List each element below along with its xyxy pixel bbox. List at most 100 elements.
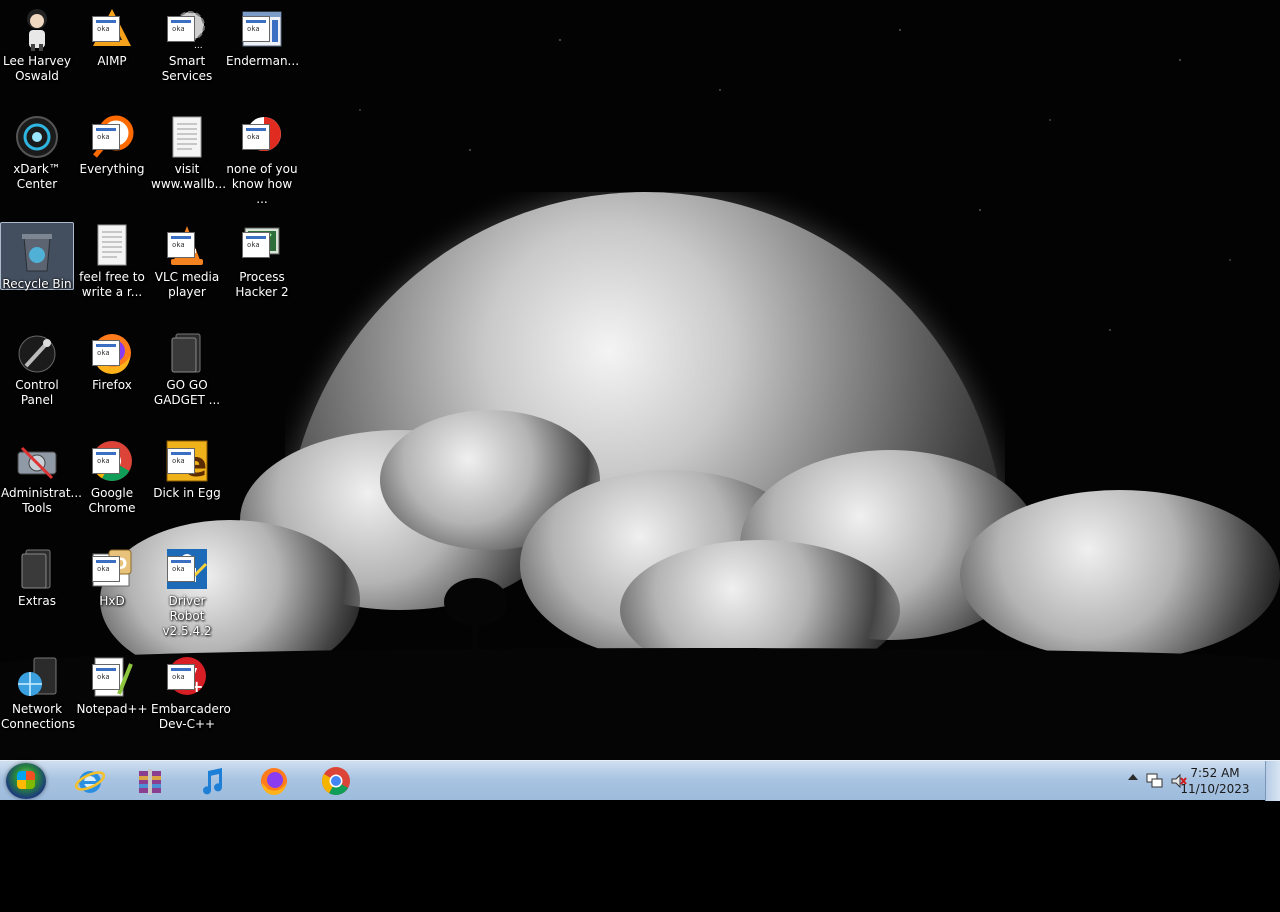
shortcut-overlay-icon [92, 340, 120, 366]
text-file-icon [164, 114, 210, 160]
control-panel-icon [14, 330, 60, 376]
desktop-icon-label: Notepad++ [76, 702, 148, 716]
desktop-icon-vlc[interactable]: VLC media player [150, 216, 224, 320]
desktop-icon-label: Driver Robot v2.5.4.2 [162, 594, 212, 638]
search-icon [89, 114, 135, 160]
monitor-icon [239, 222, 285, 268]
red-circle-icon [239, 114, 285, 160]
desktop-icon-label: feel free to write a r... [79, 270, 145, 299]
desktop-icon-feel-free[interactable]: feel free to write a r... [75, 216, 149, 320]
shortcut-overlay-icon [92, 556, 120, 582]
clock-time: 7:52 AM [1190, 766, 1240, 780]
taskbar-ie[interactable] [62, 763, 118, 799]
desktop-icon-label: HxD [99, 594, 125, 608]
character-icon [14, 6, 60, 52]
desktop-icon-aimp[interactable]: AIMP [75, 0, 149, 104]
desktop-icon-visit-wallb[interactable]: visit www.wallb... [150, 108, 227, 212]
desktop-icon-enderman[interactable]: Enderman... [225, 0, 299, 104]
desktop-icon-label: Embarcadero Dev-C++ [151, 702, 231, 731]
clock-date: 11/10/2023 [1180, 782, 1250, 796]
desktop-icon-label: Lee Harvey Oswald [3, 54, 71, 83]
shortcut-overlay-icon [242, 124, 270, 150]
shortcut-overlay-icon [242, 16, 270, 42]
desktop-icon-control-panel[interactable]: Control Panel [0, 324, 74, 428]
ie-icon [74, 771, 106, 793]
desktop-icon-label: Dick in Egg [153, 486, 221, 500]
desktop-icon-label: GO GO GADGET ... [153, 378, 221, 407]
chrome-icon [322, 767, 350, 795]
desktop-icon-process-hacker[interactable]: Process Hacker 2 [225, 216, 299, 320]
desktop-icon-label: Everything [79, 162, 145, 176]
dark-folder-icon [14, 546, 60, 592]
desktop-icon-everything[interactable]: Everything [75, 108, 149, 212]
desktop-icon-none-of-you[interactable]: none of you know how ... [225, 108, 299, 212]
desktop-icon-label: Smart Services [161, 54, 213, 83]
network-icon [14, 654, 60, 700]
desktop-icon-label: AIMP [97, 54, 127, 68]
desktop-icon-label: Google Chrome [88, 486, 136, 515]
network-tray-icon[interactable] [1146, 772, 1164, 790]
chrome-icon [89, 438, 135, 484]
desktop-icon-recycle-bin[interactable]: Recycle Bin [0, 222, 74, 291]
taskbar-chrome[interactable] [308, 763, 364, 799]
devcpp-icon: DEV+ [164, 654, 210, 700]
desktop-icon-label: xDark™ Center [13, 162, 61, 191]
desktop-icon-label: Firefox [92, 378, 132, 392]
desktop-icon-extras[interactable]: Extras [0, 540, 74, 644]
shortcut-overlay-icon [167, 556, 195, 582]
shortcut-overlay-icon [167, 664, 195, 690]
taskbar-music[interactable] [184, 763, 240, 799]
vlc-cone-icon [164, 222, 210, 268]
desktop-icon-hxd[interactable]: D HxD [75, 540, 149, 644]
desktop-icon-label: Extras [18, 594, 56, 608]
desktop-icon-xdark-center[interactable]: xDark™ Center [0, 108, 74, 212]
hex-editor-icon: D [89, 546, 135, 592]
desktop-icon-network-connections[interactable]: Network Connections [0, 648, 76, 752]
show-desktop-button[interactable] [1265, 761, 1280, 801]
desktop-icon-dick-in-egg[interactable]: eDick in Egg [150, 432, 224, 536]
shortcut-overlay-icon [167, 448, 195, 474]
desktop-icon-firefox[interactable]: Firefox [75, 324, 149, 428]
shortcut-overlay-icon [92, 448, 120, 474]
shortcut-overlay-icon [92, 16, 120, 42]
taskbar-firefox[interactable] [246, 763, 302, 799]
text-file-icon [89, 222, 135, 268]
aimp-icon [89, 6, 135, 52]
taskbar: 7:52 AM 11/10/2023 [0, 760, 1280, 801]
desktop-icon-google-chrome[interactable]: Google Chrome [75, 432, 149, 536]
music-note-icon [203, 768, 223, 795]
desktop-icon-label: Enderman... [226, 54, 300, 68]
dark-folder-icon [164, 330, 210, 376]
desktop-icon-embarcadero[interactable]: DEV+Embarcadero Dev-C++ [150, 648, 231, 752]
shortcut-overlay-icon [92, 124, 120, 150]
desktop-icon-label: none of you know how ... [226, 162, 298, 206]
shortcut-overlay-icon [167, 16, 195, 42]
firefox-icon [89, 330, 135, 376]
desktop-icon-label: Recycle Bin [2, 277, 72, 291]
desktop-icon-smart-services[interactable]: ... Smart Services [150, 0, 224, 104]
desktop-icon-driver-robot[interactable]: Driver Robot v2.5.4.2 [150, 540, 224, 644]
driver-robot-icon [164, 546, 210, 592]
desktop-icon-label: visit www.wallb... [151, 162, 227, 191]
desktop-icon-label: Network Connections [1, 702, 76, 731]
desktop-icon-label: VLC media player [154, 270, 220, 299]
shortcut-overlay-icon [92, 664, 120, 690]
taskbar-archive[interactable] [122, 763, 178, 799]
tray-expand-chevron-icon[interactable] [1128, 774, 1138, 780]
desktop-icon-lee-harvey-oswald[interactable]: Lee Harvey Oswald [0, 0, 74, 104]
start-button[interactable] [6, 763, 46, 799]
shortcut-overlay-icon [242, 232, 270, 258]
desktop-icon-notepad-pp[interactable]: Notepad++ [75, 648, 149, 752]
gear-icon: ... [164, 6, 210, 52]
egg-app-icon: e [164, 438, 210, 485]
clock[interactable]: 7:52 AM 11/10/2023 [1180, 765, 1250, 797]
desktop-icon-label: Process Hacker 2 [235, 270, 289, 299]
desktop-icon-go-go-gadget[interactable]: GO GO GADGET ... [150, 324, 224, 428]
recycle-bin-icon [14, 229, 60, 275]
tools-icon [14, 438, 60, 484]
archive-icon [139, 769, 161, 795]
wallpaper-tree-trunk [472, 610, 478, 652]
desktop-icon-admin-tools[interactable]: Administrat... Tools [0, 432, 82, 536]
shortcut-overlay-icon [167, 232, 195, 258]
notepad-icon [89, 654, 135, 700]
